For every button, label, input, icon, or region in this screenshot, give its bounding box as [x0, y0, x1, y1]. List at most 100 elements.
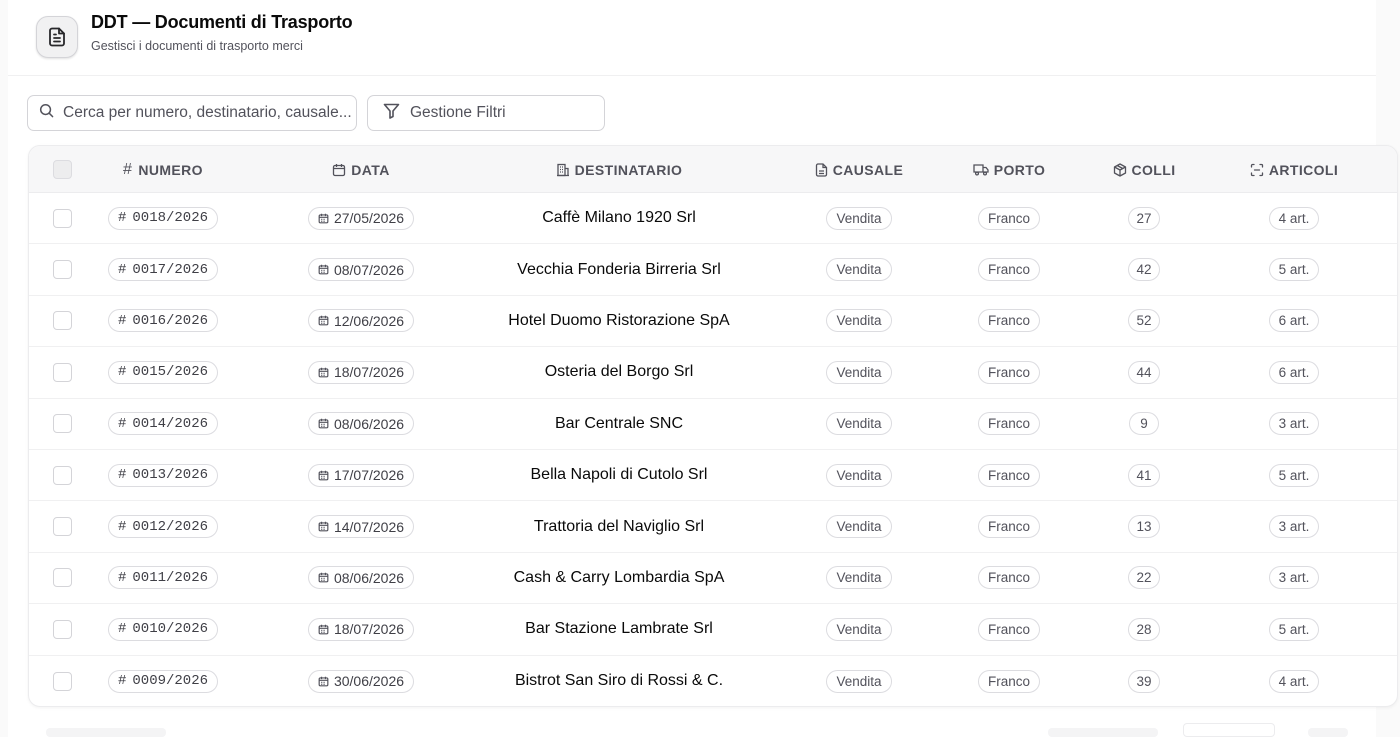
date-badge: 08/07/2026: [307, 258, 415, 282]
table-row[interactable]: #0010/2026 18/07/2026 Bar Stazione Lambr…: [29, 604, 1397, 656]
hash-icon: #: [117, 364, 127, 381]
table-row[interactable]: #0013/2026 17/07/2026 Bella Napoli di Cu…: [29, 450, 1397, 502]
numero-badge[interactable]: #0018/2026: [107, 206, 219, 230]
articoli-badge: 6 art.: [1268, 360, 1320, 384]
building-icon: [556, 163, 569, 176]
row-checkbox[interactable]: [52, 208, 72, 228]
column-header-articoli[interactable]: ARTICOLI: [1244, 146, 1344, 193]
column-header-causale[interactable]: CAUSALE: [804, 146, 914, 193]
search-input[interactable]: [63, 104, 353, 122]
numero-badge[interactable]: #0016/2026: [107, 309, 219, 333]
numero-badge[interactable]: #0010/2026: [107, 617, 219, 641]
package-icon: [1113, 162, 1126, 177]
calendar-icon: [318, 264, 329, 275]
date-badge: 08/06/2026: [307, 566, 415, 590]
articoli-badge: 5 art.: [1268, 617, 1320, 641]
row-checkbox[interactable]: [52, 414, 72, 434]
row-checkbox[interactable]: [52, 619, 72, 639]
select-all-checkbox[interactable]: [52, 160, 72, 179]
porto-badge: Franco: [977, 463, 1041, 487]
table-row[interactable]: #0015/2026 18/07/2026 Osteria del Borgo …: [29, 347, 1397, 399]
header-divider: [8, 75, 1376, 76]
causale-badge: Vendita: [826, 360, 892, 384]
calendar-icon: [318, 521, 329, 532]
articoli-badge: 3 art.: [1268, 412, 1320, 436]
row-checkbox[interactable]: [52, 260, 72, 280]
numero-badge[interactable]: #0017/2026: [107, 258, 219, 282]
calendar-icon: [318, 470, 329, 481]
row-checkbox[interactable]: [52, 465, 72, 485]
column-header-numero[interactable]: # NUMERO: [99, 146, 227, 193]
colli-badge: 41: [1128, 463, 1160, 487]
date-badge: 30/06/2026: [307, 669, 415, 693]
articoli-badge: 4 art.: [1268, 669, 1320, 693]
column-header-destinatario[interactable]: DESTINATARIO: [469, 146, 769, 193]
calendar-icon: [318, 573, 329, 583]
colli-badge: 27: [1128, 206, 1160, 230]
document-icon: [36, 16, 78, 58]
porto-badge: Franco: [977, 309, 1041, 333]
hash-icon: #: [117, 518, 127, 535]
hash-icon: #: [117, 467, 127, 484]
destinatario-name: Hotel Duomo Ristorazione SpA: [508, 311, 730, 329]
numero-badge[interactable]: #0015/2026: [107, 360, 219, 384]
numero-badge[interactable]: #0009/2026: [107, 669, 219, 693]
hash-icon: #: [117, 415, 127, 432]
numero-badge[interactable]: #0014/2026: [107, 412, 219, 436]
porto-badge: Franco: [977, 566, 1041, 590]
destinatario-name: Vecchia Fonderia Birreria Srl: [517, 260, 721, 278]
row-checkbox[interactable]: [52, 671, 72, 691]
articoli-badge: 4 art.: [1268, 206, 1320, 230]
filter-icon: [383, 103, 400, 124]
causale-badge: Vendita: [826, 515, 892, 539]
hash-icon: #: [117, 673, 127, 690]
filter-button[interactable]: Gestione Filtri: [367, 95, 605, 131]
articoli-badge: 3 art.: [1268, 566, 1320, 590]
row-checkbox[interactable]: [52, 311, 72, 331]
table-row[interactable]: #0016/2026 12/06/2026 Hotel Duomo Ristor…: [29, 296, 1397, 348]
table-row[interactable]: #0009/2026 30/06/2026 Bistrot San Siro d…: [29, 656, 1397, 706]
ddt-panel: DDT — Documenti di Trasporto Gestisci i …: [8, 0, 1398, 737]
date-badge: 27/05/2026: [307, 206, 415, 230]
date-badge: 14/07/2026: [307, 515, 415, 539]
select-all-cell: [49, 146, 75, 193]
row-checkbox[interactable]: [52, 517, 72, 537]
destinatario-name: Bistrot San Siro di Rossi & C.: [514, 672, 724, 690]
scan-icon: [1250, 163, 1263, 176]
numero-badge[interactable]: #0013/2026: [107, 463, 219, 487]
causale-badge: Vendita: [826, 258, 892, 282]
table-row[interactable]: #0017/2026 08/07/2026 Vecchia Fonderia B…: [29, 244, 1397, 296]
calendar-icon: [318, 419, 329, 429]
numero-badge[interactable]: #0011/2026: [107, 566, 219, 590]
row-checkbox[interactable]: [52, 568, 72, 588]
table-body: #0018/2026 27/05/2026 Caffè Milano 1920 …: [29, 193, 1397, 706]
search-box[interactable]: [27, 95, 357, 131]
calendar-icon: [318, 624, 329, 635]
causale-badge: Vendita: [826, 309, 892, 333]
footer-placeholder: [46, 728, 166, 737]
row-checkbox[interactable]: [52, 362, 72, 382]
hash-icon: #: [117, 261, 127, 278]
footer-placeholder: [1183, 723, 1275, 737]
table-row[interactable]: #0011/2026 08/06/2026 Cash & Carry Lomba…: [29, 553, 1397, 605]
table-row[interactable]: #0012/2026 14/07/2026 Trattoria del Navi…: [29, 501, 1397, 553]
hash-icon: #: [117, 312, 127, 329]
numero-badge[interactable]: #0012/2026: [107, 515, 219, 539]
calendar-icon: [318, 213, 329, 224]
porto-badge: Franco: [977, 412, 1041, 436]
column-header-data[interactable]: DATA: [287, 146, 435, 193]
calendar-icon: [318, 676, 329, 687]
table-row[interactable]: #0018/2026 27/05/2026 Caffè Milano 1920 …: [29, 193, 1397, 245]
hash-icon: #: [123, 160, 133, 178]
causale-badge: Vendita: [826, 463, 892, 487]
colli-badge: 13: [1128, 515, 1160, 539]
filter-button-label: Gestione Filtri: [410, 104, 506, 121]
column-header-colli[interactable]: COLLI: [1109, 146, 1179, 193]
column-header-porto[interactable]: PORTO: [959, 146, 1059, 193]
destinatario-name: Trattoria del Naviglio Srl: [533, 517, 705, 535]
hash-icon: #: [117, 621, 127, 638]
date-badge: 18/07/2026: [307, 617, 415, 641]
table-row[interactable]: #0014/2026 08/06/2026 Bar Centrale SNC V…: [29, 399, 1397, 450]
colli-badge: 39: [1128, 669, 1160, 693]
page-title: DDT — Documenti di Trasporto: [91, 12, 353, 32]
